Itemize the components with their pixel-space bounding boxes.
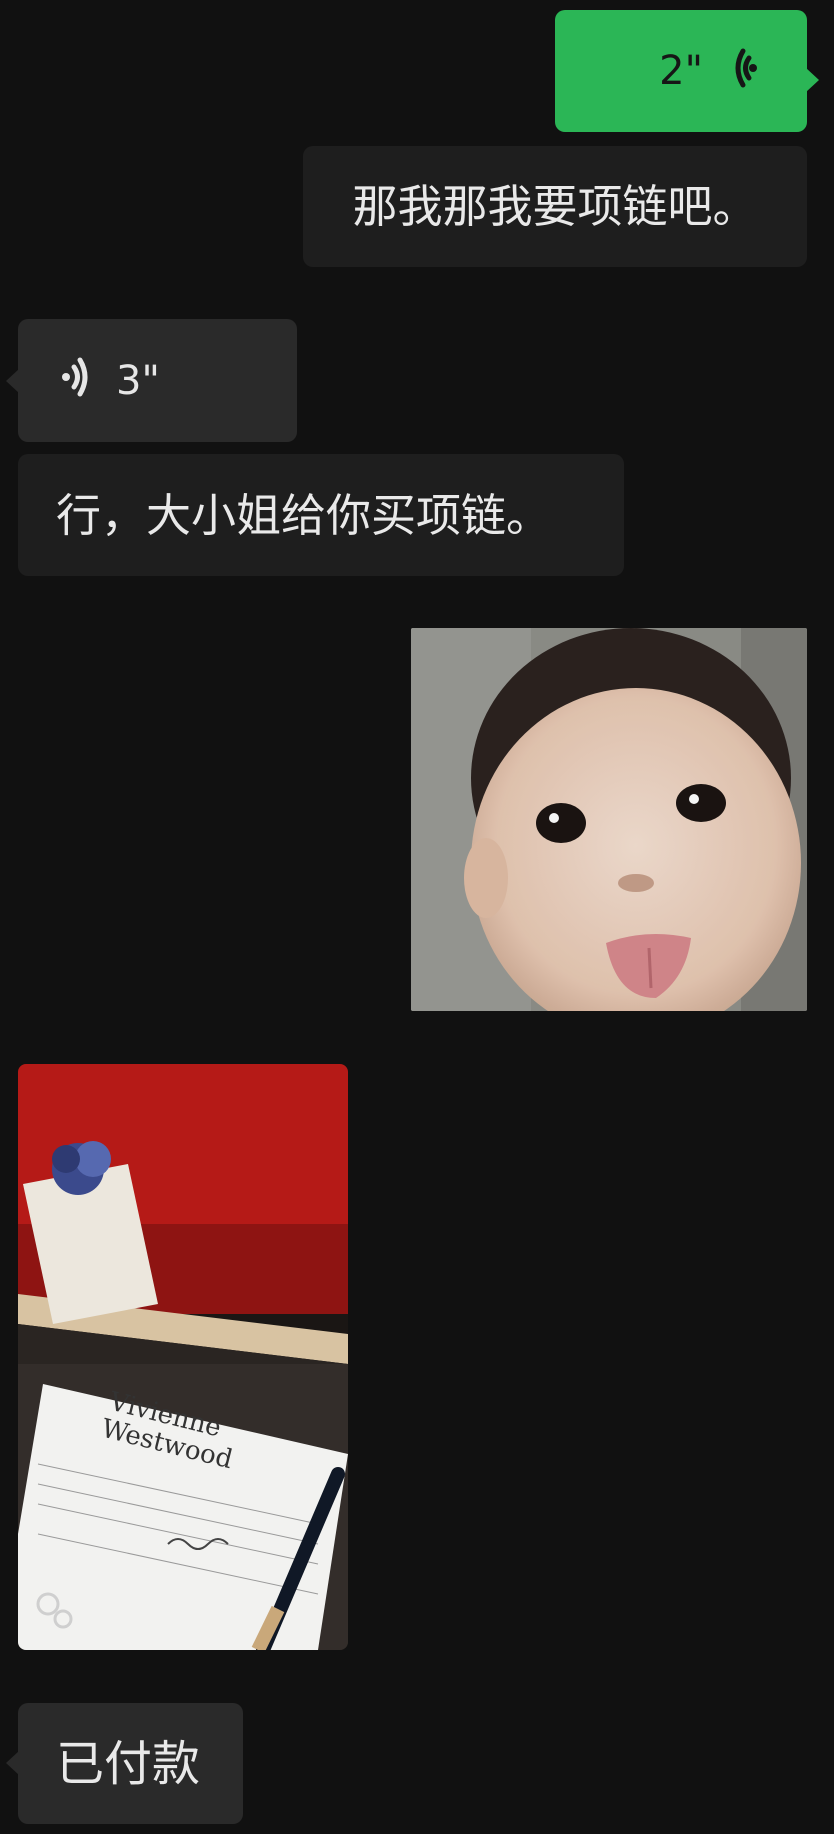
incoming-text-message[interactable]: 行，大小姐给你买项链。 [18, 454, 624, 576]
message-text: 行，大小姐给你买项链。 [56, 488, 552, 542]
incoming-text-message[interactable]: 已付款 [6, 1703, 243, 1824]
message-text: 那我那我要项链吧。 [352, 180, 758, 233]
outgoing-voice-message[interactable]: 2" [555, 10, 819, 132]
baby-sticker-image[interactable] [411, 628, 807, 1011]
voice-duration: 2" [659, 48, 703, 94]
message-text: 已付款 [56, 1735, 201, 1792]
voice-wave-icon [58, 352, 94, 409]
outgoing-text-message[interactable]: 那我那我要项链吧。 [303, 146, 807, 267]
shop-receipt-photo[interactable]: Vivienne Westwood [18, 1064, 348, 1650]
chat-thread: 2" 那我那我要项链吧。 3" 行，大小姐给你买项链。 Vivienne Wes… [0, 0, 834, 1834]
voice-duration: 3" [116, 357, 160, 404]
incoming-voice-message[interactable]: 3" [6, 319, 297, 442]
voice-wave-icon [729, 43, 765, 100]
